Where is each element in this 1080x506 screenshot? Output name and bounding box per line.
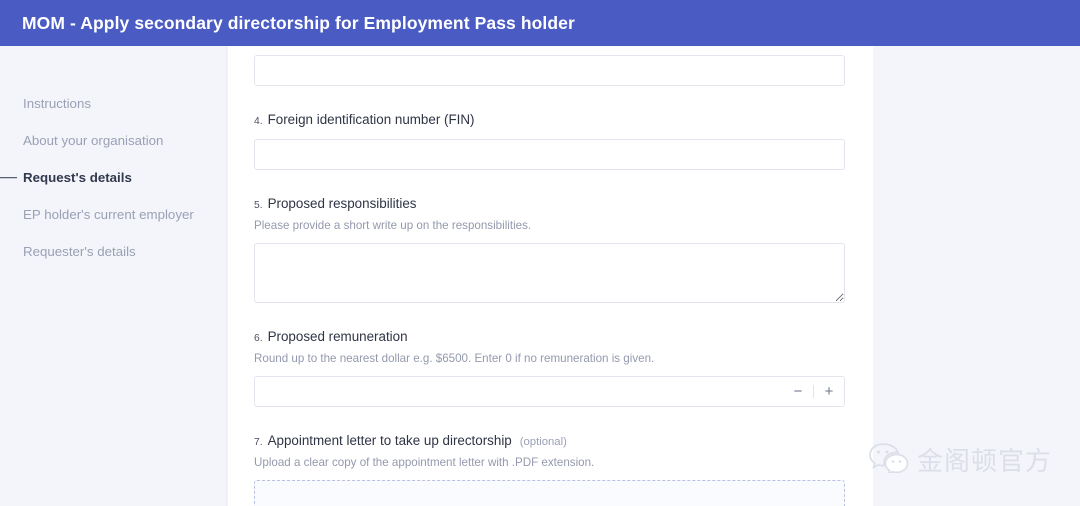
- question-5-block: 5. Proposed responsibilities Please prov…: [254, 195, 847, 303]
- question-number: 6.: [254, 333, 263, 344]
- optional-tag: (optional): [519, 436, 567, 448]
- sidebar-item-label: Request's details: [23, 170, 132, 185]
- previous-question-input[interactable]: [254, 55, 845, 86]
- question-label-text: Foreign identification number (FIN): [267, 112, 475, 127]
- question-number: 5.: [254, 200, 263, 211]
- question-4-label: 4. Foreign identification number (FIN): [254, 111, 847, 130]
- question-5-label: 5. Proposed responsibilities: [254, 195, 847, 214]
- question-6-help-text: Round up to the nearest dollar e.g. $650…: [254, 352, 655, 365]
- remuneration-input[interactable]: [254, 376, 845, 407]
- question-5-help-text: Please provide a short write up on the r…: [254, 219, 532, 232]
- appointment-letter-dropzone[interactable]: [254, 480, 845, 506]
- sidebar-navigation: Instructions About your organisation Req…: [0, 46, 227, 506]
- question-label-text: Proposed responsibilities: [267, 196, 417, 211]
- form-content-panel: 4. Foreign identification number (FIN) 5…: [228, 46, 873, 506]
- application-window: MOM - Apply secondary directorship for E…: [0, 0, 1080, 506]
- sidebar-item-requesters-details[interactable]: Requester's details: [0, 233, 226, 270]
- question-number: 7.: [254, 437, 263, 448]
- question-6-label: 6. Proposed remuneration: [254, 328, 847, 347]
- active-indicator-dash: [0, 176, 17, 179]
- question-label-text: Appointment letter to take up directorsh…: [267, 433, 512, 448]
- question-7-block: 7. Appointment letter to take up directo…: [254, 432, 847, 506]
- proposed-responsibilities-textarea[interactable]: [254, 243, 845, 303]
- sidebar-item-instructions[interactable]: Instructions: [0, 85, 226, 122]
- page-title: MOM - Apply secondary directorship for E…: [22, 12, 575, 33]
- fin-input[interactable]: [254, 139, 845, 170]
- sidebar-item-label: Requester's details: [23, 244, 136, 259]
- sidebar-item-label: Instructions: [23, 96, 91, 111]
- stepper-controls: − +: [783, 376, 844, 407]
- question-6-block: 6. Proposed remuneration Round up to the…: [254, 328, 847, 407]
- previous-question-field: [254, 55, 847, 86]
- sidebar-item-label: About your organisation: [23, 133, 164, 148]
- question-label-text: Proposed remuneration: [267, 329, 408, 344]
- remuneration-stepper: − +: [254, 376, 845, 407]
- question-4-block: 4. Foreign identification number (FIN): [254, 111, 847, 170]
- decrement-button[interactable]: −: [783, 376, 813, 407]
- sidebar-item-label: EP holder's current employer: [23, 207, 194, 222]
- sidebar-item-requests-details[interactable]: Request's details: [0, 159, 226, 196]
- question-7-help-text: Upload a clear copy of the appointment l…: [254, 456, 595, 469]
- question-7-label: 7. Appointment letter to take up directo…: [254, 432, 847, 451]
- form-scroll-area: 4. Foreign identification number (FIN) 5…: [228, 55, 873, 506]
- question-number: 4.: [254, 116, 263, 127]
- body-area: Instructions About your organisation Req…: [0, 46, 1080, 506]
- app-header: MOM - Apply secondary directorship for E…: [0, 0, 1080, 46]
- sidebar-item-about-your-organisation[interactable]: About your organisation: [0, 122, 226, 159]
- sidebar-item-ep-holders-current-employer[interactable]: EP holder's current employer: [0, 196, 226, 233]
- increment-button[interactable]: +: [814, 376, 844, 407]
